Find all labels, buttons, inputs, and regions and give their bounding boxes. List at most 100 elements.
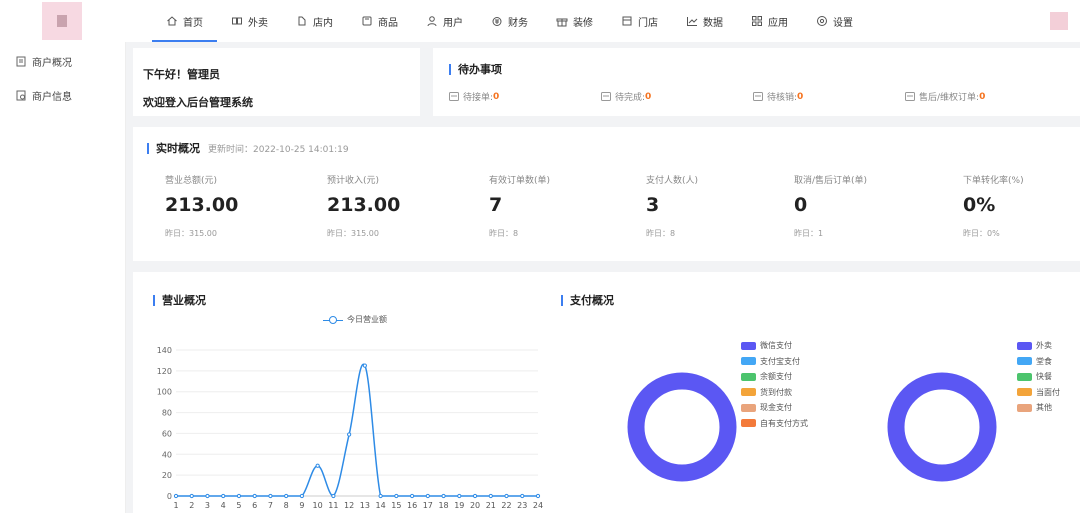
legend-item[interactable]: 余额支付 (741, 369, 808, 385)
data-point (205, 493, 210, 499)
x-tick-label: 13 (360, 501, 370, 510)
legend-item[interactable]: 现金支付 (741, 400, 808, 416)
legend-item[interactable]: 支付宝支付 (741, 354, 808, 370)
stat-yesterday: 昨日：315.00 (327, 229, 379, 238)
stat-value: 0% (963, 194, 996, 216)
pie-slice-wechat[interactable] (627, 372, 737, 482)
nav-item-goods[interactable]: 商品 (347, 0, 412, 42)
stat-label: 下单转化率(%) (963, 176, 1024, 186)
nav-item-home[interactable]: 首页 (152, 0, 217, 42)
legend-item[interactable]: 外卖 (1017, 338, 1060, 354)
data-point (284, 493, 289, 499)
line-legend-label: 今日营业额 (347, 315, 387, 324)
x-tick-label: 12 (344, 501, 354, 510)
y-tick-label: 140 (157, 346, 172, 355)
todo-count: 0 (979, 91, 986, 102)
nav-item-settings[interactable]: 设置 (802, 0, 867, 42)
todo-pending-accept[interactable]: 待接单: 0 (449, 90, 601, 103)
pie-slice-takeout[interactable] (887, 372, 997, 482)
todo-pending-complete[interactable]: 待完成: 0 (601, 90, 753, 103)
legend-swatch (1017, 341, 1032, 350)
nav-item-dine-in[interactable]: 店内 (282, 0, 347, 42)
todo-pending-verify[interactable]: 待核销: 0 (753, 90, 905, 103)
y-tick-label: 60 (162, 429, 172, 438)
nav-item-data[interactable]: 数据 (672, 0, 737, 42)
legend-item[interactable]: 微信支付 (741, 338, 808, 354)
sidebar-item-merchant-overview[interactable]: 商户概况 (0, 44, 125, 78)
nav-item-label: 首页 (183, 17, 203, 29)
payment-method-donut (627, 372, 737, 482)
stat-payers: 支付人数(人) 3 昨日：8 (646, 173, 698, 239)
todo-count: 0 (645, 91, 652, 102)
nav-item-finance[interactable]: 财务 (477, 0, 542, 42)
x-tick-label: 1 (173, 501, 178, 510)
avatar[interactable] (1050, 12, 1068, 30)
nav-item-store[interactable]: 门店 (607, 0, 672, 42)
legend-label: 堂食 (1036, 356, 1052, 366)
legend-swatch (1017, 357, 1032, 366)
legend-swatch (741, 419, 756, 428)
update-time: 更新时间：2022-10-25 14:01:19 (208, 145, 349, 155)
y-tick-label: 20 (162, 471, 172, 480)
x-tick-label: 11 (328, 501, 338, 510)
sidebar-item-merchant-info[interactable]: 商户信息 (0, 78, 125, 112)
todo-label: 售后/维权订单: (919, 93, 980, 103)
legend-item[interactable]: 当面付 (1017, 385, 1060, 401)
nav-item-label: 装修 (573, 17, 593, 29)
nav-item-label: 财务 (508, 17, 528, 29)
data-point (252, 493, 257, 499)
order-icon (753, 92, 763, 101)
stat-yesterday: 昨日：1 (794, 229, 824, 238)
y-tick-label: 0 (167, 492, 172, 501)
nav-item-apps[interactable]: 应用 (737, 0, 802, 42)
charts-card: 0 20 40 60 80 100 120 140 1 2 3 4 5 6 7 8 9 10 11 12 13 14 15 1… (133, 272, 1080, 513)
legend-item[interactable]: 自有支付方式 (741, 416, 808, 432)
payment-title: 支付概况 (561, 295, 614, 306)
data-point (472, 493, 478, 499)
order-type-donut (887, 372, 997, 482)
x-tick-label: 18 (438, 501, 448, 510)
stat-expected-income: 预计收入(元) 213.00 昨日：315.00 (327, 173, 400, 239)
todo-after-sale[interactable]: 售后/维权订单: 0 (905, 90, 1057, 103)
data-point (441, 493, 446, 499)
legend-swatch (741, 403, 756, 412)
stat-conversion-rate: 下单转化率(%) 0% 昨日：0% (963, 173, 1024, 239)
stat-label: 取消/售后订单(单) (794, 176, 868, 186)
greeting-title: 下午好！管理员 (143, 68, 220, 81)
data-point (378, 493, 383, 499)
data-point (488, 493, 493, 499)
legend-label: 货到付款 (760, 387, 792, 397)
todo-label: 待完成: (615, 93, 646, 103)
nav-item-user[interactable]: 用户 (412, 0, 477, 42)
y-tick-label: 40 (162, 450, 172, 459)
legend-item[interactable]: 其他 (1017, 400, 1060, 416)
stat-value: 0 (794, 194, 808, 216)
data-point (409, 493, 415, 499)
x-tick-label: 20 (470, 501, 480, 510)
data-point (535, 493, 541, 499)
nav-item-label: 应用 (768, 17, 788, 29)
legend-item[interactable]: 快餐 (1017, 369, 1060, 385)
x-tick-label: 3 (205, 501, 210, 510)
todo-label: 待核销: (767, 93, 798, 103)
x-tick-label: 14 (376, 501, 386, 510)
stat-yesterday: 昨日：8 (489, 229, 519, 238)
merchant-info-icon (16, 90, 26, 101)
data-point (520, 493, 525, 499)
x-tick-label: 9 (299, 501, 304, 510)
legend-item[interactable]: 堂食 (1017, 354, 1060, 370)
legend-item[interactable]: 货到付款 (741, 385, 808, 401)
nav-item-decoration[interactable]: 装修 (542, 0, 607, 42)
line-legend[interactable]: 今日营业额 (323, 314, 387, 325)
stat-label: 支付人数(人) (646, 176, 699, 186)
legend-label: 现金支付 (760, 403, 792, 413)
nav-item-takeout[interactable]: 外卖 (217, 0, 282, 42)
main-nav: 首页 外卖 店内 商品 用户 财务 装修 门店 数据 应用 设置 (152, 0, 867, 42)
todo-title: 待办事项 (449, 64, 1064, 75)
logo[interactable] (42, 2, 82, 40)
nav-item-label: 用户 (443, 17, 463, 29)
nav-item-label: 外卖 (248, 17, 268, 29)
x-tick-label: 5 (236, 501, 241, 510)
greeting-card: 下午好！管理员 欢迎登入后台管理系统 (133, 48, 420, 116)
x-tick-label: 15 (391, 501, 401, 510)
